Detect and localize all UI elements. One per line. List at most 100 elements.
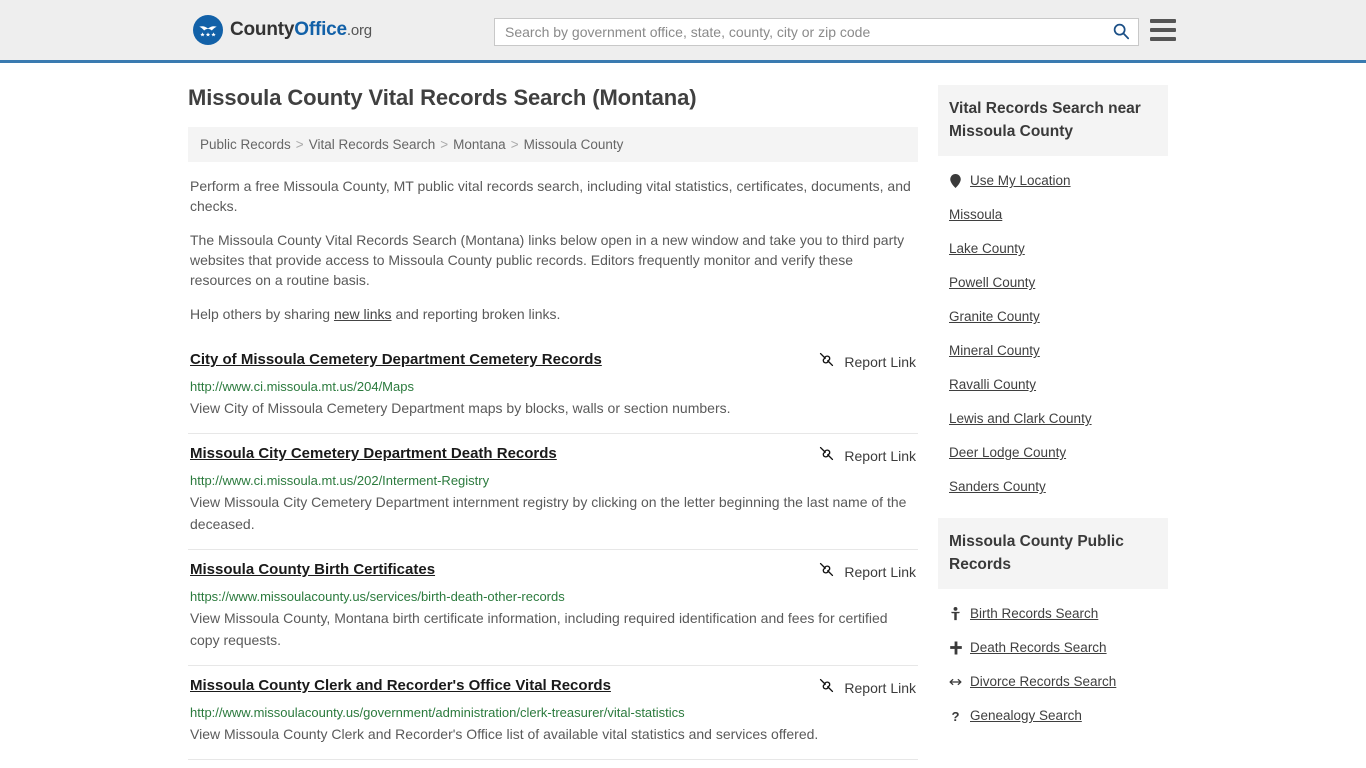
logo-text-office: Office: [294, 19, 347, 40]
result-description: View Missoula County Clerk and Recorder'…: [190, 726, 819, 742]
result-description: View Missoula County, Montana birth cert…: [190, 610, 888, 648]
page-body: Missoula County Vital Records Search (Mo…: [0, 63, 1366, 760]
sidebar-item-deer-lodge-county[interactable]: Deer Lodge County: [938, 436, 1168, 470]
left-right-arrow-icon: [949, 676, 962, 688]
sidebar-item-genealogy-search[interactable]: ? Genealogy Search: [938, 699, 1168, 733]
search-icon: [1112, 22, 1130, 43]
new-links-link[interactable]: new links: [334, 306, 392, 322]
breadcrumb-item-3[interactable]: Missoula County: [524, 137, 624, 152]
sidebar-nearby-box: Vital Records Search near Missoula Count…: [938, 85, 1168, 504]
breadcrumb-item-0[interactable]: Public Records: [200, 137, 291, 152]
sidebar-link-deer-lodge-county[interactable]: Deer Lodge County: [949, 444, 1066, 462]
result-description: View City of Missoula Cemetery Departmen…: [190, 400, 731, 416]
sidebar-item-use-my-location[interactable]: Use My Location: [938, 164, 1168, 198]
sidebar-public-records-heading: Missoula County Public Records: [938, 518, 1168, 589]
breadcrumb: Public Records > Vital Records Search > Mont…: [188, 127, 918, 162]
sidebar-item-death-records-search[interactable]: Death Records Search: [938, 631, 1168, 665]
main-column: Missoula County Vital Records Search (Mo…: [188, 85, 918, 760]
report-link-label: Report Link: [844, 448, 916, 464]
report-link-button[interactable]: Report Link: [818, 561, 916, 583]
breadcrumb-separator-0: >: [295, 137, 304, 152]
result-url[interactable]: https://www.missoulacounty.us/services/b…: [190, 588, 916, 605]
result-title-link[interactable]: Missoula County Birth Certificates: [190, 560, 435, 580]
map-pin-icon: [949, 174, 962, 188]
result-title-link[interactable]: Missoula County Clerk and Recorder's Off…: [190, 676, 611, 696]
sidebar: Vital Records Search near Missoula Count…: [938, 85, 1168, 760]
sidebar-link-sanders-county[interactable]: Sanders County: [949, 478, 1046, 496]
result-item: Missoula County Birth Certificates Repor…: [188, 550, 918, 666]
report-link-label: Report Link: [844, 354, 916, 370]
result-item: City of Missoula Cemetery Department Cem…: [188, 340, 918, 434]
sidebar-item-missoula[interactable]: Missoula: [938, 198, 1168, 232]
broken-link-icon: [818, 351, 835, 373]
sidebar-link-granite-county[interactable]: Granite County: [949, 308, 1040, 326]
help-paragraph: Help others by sharing new links and rep…: [188, 304, 918, 324]
sidebar-link-genealogy-search[interactable]: Genealogy Search: [970, 707, 1082, 725]
breadcrumb-separator-2: >: [510, 137, 519, 152]
question-mark-icon: ?: [949, 709, 962, 723]
sidebar-link-lake-county[interactable]: Lake County: [949, 240, 1025, 258]
content-container: Missoula County Vital Records Search (Mo…: [188, 63, 1178, 760]
result-header: Missoula County Birth Certificates Repor…: [190, 560, 916, 583]
result-url[interactable]: http://www.ci.missoula.mt.us/204/Maps: [190, 378, 916, 395]
breadcrumb-item-1[interactable]: Vital Records Search: [309, 137, 436, 152]
page-title: Missoula County Vital Records Search (Mo…: [188, 85, 697, 110]
sidebar-item-divorce-records-search[interactable]: Divorce Records Search: [938, 665, 1168, 699]
breadcrumb-item-2[interactable]: Montana: [453, 137, 506, 152]
logo-text-county: County: [230, 19, 295, 40]
menu-bar-3: [1150, 37, 1176, 41]
sidebar-item-lake-county[interactable]: Lake County: [938, 232, 1168, 266]
sidebar-item-ravalli-county[interactable]: Ravalli County: [938, 368, 1168, 402]
help-suffix: and reporting broken links.: [391, 306, 561, 322]
sidebar-link-birth-records-search[interactable]: Birth Records Search: [970, 605, 1098, 623]
sidebar-item-powell-county[interactable]: Powell County: [938, 266, 1168, 300]
sidebar-nearby-list: Use My Location Missoula Lake County Pow…: [938, 156, 1168, 504]
sidebar-link-death-records-search[interactable]: Death Records Search: [970, 639, 1107, 657]
sidebar-item-lewis-and-clark-county[interactable]: Lewis and Clark County: [938, 402, 1168, 436]
site-logo[interactable]: CountyOffice.org: [193, 15, 372, 45]
sidebar-item-mineral-county[interactable]: Mineral County: [938, 334, 1168, 368]
result-title-link[interactable]: City of Missoula Cemetery Department Cem…: [190, 350, 602, 370]
sidebar-public-records-box: Missoula County Public Records Birth Rec…: [938, 518, 1168, 733]
report-link-button[interactable]: Report Link: [818, 351, 916, 373]
sidebar-link-divorce-records-search[interactable]: Divorce Records Search: [970, 673, 1116, 691]
search-input[interactable]: [495, 19, 1104, 45]
sidebar-link-ravalli-county[interactable]: Ravalli County: [949, 376, 1036, 394]
result-url[interactable]: http://www.ci.missoula.mt.us/202/Interme…: [190, 472, 916, 489]
sidebar-nearby-heading: Vital Records Search near Missoula Count…: [938, 85, 1168, 156]
sidebar-link-use-my-location[interactable]: Use My Location: [970, 172, 1071, 190]
result-item: Missoula County Clerk and Recorder's Off…: [188, 666, 918, 760]
intro-paragraph-0: Perform a free Missoula County, MT publi…: [190, 178, 911, 214]
report-link-button[interactable]: Report Link: [818, 677, 916, 699]
search-bar: [494, 18, 1139, 46]
menu-bar-1: [1150, 19, 1176, 23]
hamburger-menu-icon[interactable]: [1150, 19, 1176, 41]
sidebar-link-missoula[interactable]: Missoula: [949, 206, 1002, 224]
broken-link-icon: [818, 561, 835, 583]
logo-text-tld: .org: [346, 22, 372, 39]
baby-icon: [949, 607, 962, 621]
sidebar-link-powell-county[interactable]: Powell County: [949, 274, 1035, 292]
result-url[interactable]: http://www.missoulacounty.us/government/…: [190, 704, 916, 721]
result-description: View Missoula City Cemetery Department i…: [190, 494, 907, 532]
sidebar-item-granite-county[interactable]: Granite County: [938, 300, 1168, 334]
sidebar-item-birth-records-search[interactable]: Birth Records Search: [938, 597, 1168, 631]
sidebar-item-sanders-county[interactable]: Sanders County: [938, 470, 1168, 504]
svg-text:?: ?: [951, 709, 959, 723]
result-item: Missoula City Cemetery Department Death …: [188, 434, 918, 550]
search-button[interactable]: [1104, 19, 1138, 45]
broken-link-icon: [818, 677, 835, 699]
result-header: Missoula City Cemetery Department Death …: [190, 444, 916, 467]
site-logo-text: CountyOffice.org: [230, 19, 372, 41]
sidebar-public-records-list: Birth Records Search Death Records Searc…: [938, 589, 1168, 733]
cross-icon: [949, 641, 962, 655]
result-title-link[interactable]: Missoula City Cemetery Department Death …: [190, 444, 557, 464]
result-header: City of Missoula Cemetery Department Cem…: [190, 350, 916, 373]
report-link-button[interactable]: Report Link: [818, 445, 916, 467]
broken-link-icon: [818, 445, 835, 467]
intro-paragraph-1: The Missoula County Vital Records Search…: [190, 232, 905, 288]
help-prefix: Help others by sharing: [190, 306, 334, 322]
sidebar-link-lewis-and-clark-county[interactable]: Lewis and Clark County: [949, 410, 1092, 428]
sidebar-link-mineral-county[interactable]: Mineral County: [949, 342, 1040, 360]
intro-text: Perform a free Missoula County, MT publi…: [188, 176, 918, 324]
